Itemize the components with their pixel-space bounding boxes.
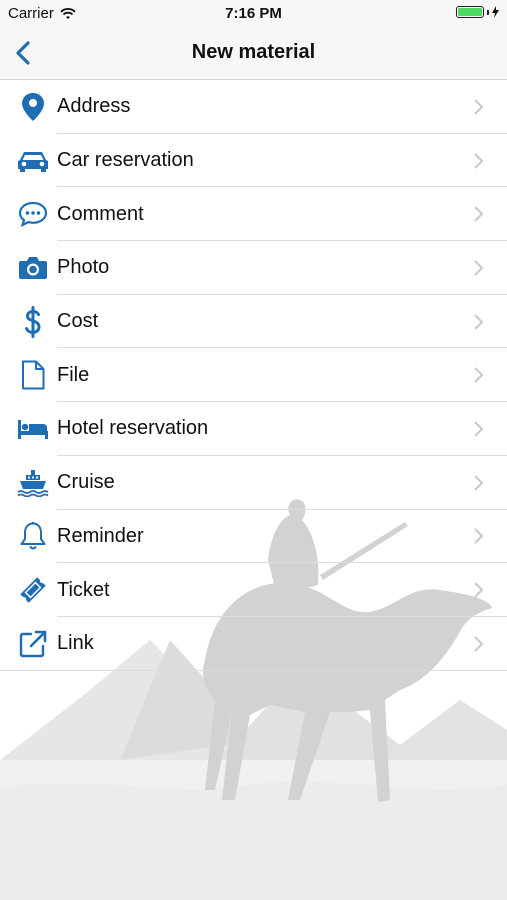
- list-item-photo[interactable]: Photo: [0, 241, 507, 295]
- map-pin-icon: [16, 90, 50, 124]
- chevron-right-icon: [474, 99, 484, 115]
- charging-bolt-icon: [492, 6, 499, 18]
- speech-bubble-icon: [16, 197, 50, 231]
- chevron-right-icon: [474, 528, 484, 545]
- list-item-label: Hotel reservation: [57, 417, 209, 440]
- list-item-reminder[interactable]: Reminder: [0, 510, 507, 564]
- battery-icon: [456, 6, 484, 18]
- chevron-right-icon: [474, 582, 484, 598]
- list-item-cruise[interactable]: Cruise: [0, 456, 507, 510]
- chevron-right-icon: [474, 367, 484, 383]
- list-item-file[interactable]: File: [0, 348, 507, 402]
- list-item-link[interactable]: Link: [0, 617, 507, 671]
- list-item-comment[interactable]: Comment: [0, 187, 507, 241]
- list-item-label: Link: [57, 632, 94, 655]
- list-item-label: Cruise: [57, 471, 115, 494]
- list-item-cost[interactable]: Cost: [0, 295, 507, 349]
- chevron-right-icon: [474, 152, 484, 169]
- list-item-label: File: [57, 363, 90, 386]
- list-item-label: Car reservation: [57, 149, 194, 172]
- bed-icon: [16, 412, 50, 446]
- list-item-label: Address: [57, 95, 131, 118]
- status-time: 7:16 PM: [225, 5, 282, 22]
- bell-icon: [16, 519, 50, 553]
- battery-fill: [458, 8, 482, 16]
- file-icon: [16, 358, 50, 392]
- material-type-list: Address Car reservation Comment Photo Co…: [0, 80, 507, 671]
- list-item-label: Comment: [57, 202, 144, 225]
- chevron-right-icon: [474, 421, 484, 437]
- chevron-right-icon: [474, 206, 484, 222]
- chevron-right-icon: [474, 260, 484, 276]
- ship-icon: [16, 466, 50, 500]
- chevron-right-icon: [474, 474, 484, 491]
- camera-icon: [16, 251, 50, 285]
- dollar-icon: [16, 305, 50, 339]
- status-bar: Carrier 7:16 PM: [0, 0, 507, 28]
- chevron-right-icon: [474, 313, 484, 330]
- battery-indicator: [456, 6, 499, 18]
- list-item-label: Reminder: [57, 524, 144, 547]
- list-item-hotel-reservation[interactable]: Hotel reservation: [0, 402, 507, 456]
- ticket-icon: [16, 573, 50, 607]
- list-item-car-reservation[interactable]: Car reservation: [0, 134, 507, 188]
- list-item-address[interactable]: Address: [0, 80, 507, 134]
- battery-nub: [487, 9, 489, 15]
- car-icon: [16, 144, 50, 178]
- list-item-label: Photo: [57, 256, 110, 279]
- list-item-ticket[interactable]: Ticket: [0, 563, 507, 617]
- list-item-label: Ticket: [57, 578, 110, 601]
- chevron-right-icon: [474, 636, 484, 652]
- page-title: New material: [191, 41, 316, 63]
- navigation-bar: New material: [0, 28, 507, 80]
- external-link-icon: [16, 627, 50, 661]
- list-item-label: Cost: [57, 310, 99, 333]
